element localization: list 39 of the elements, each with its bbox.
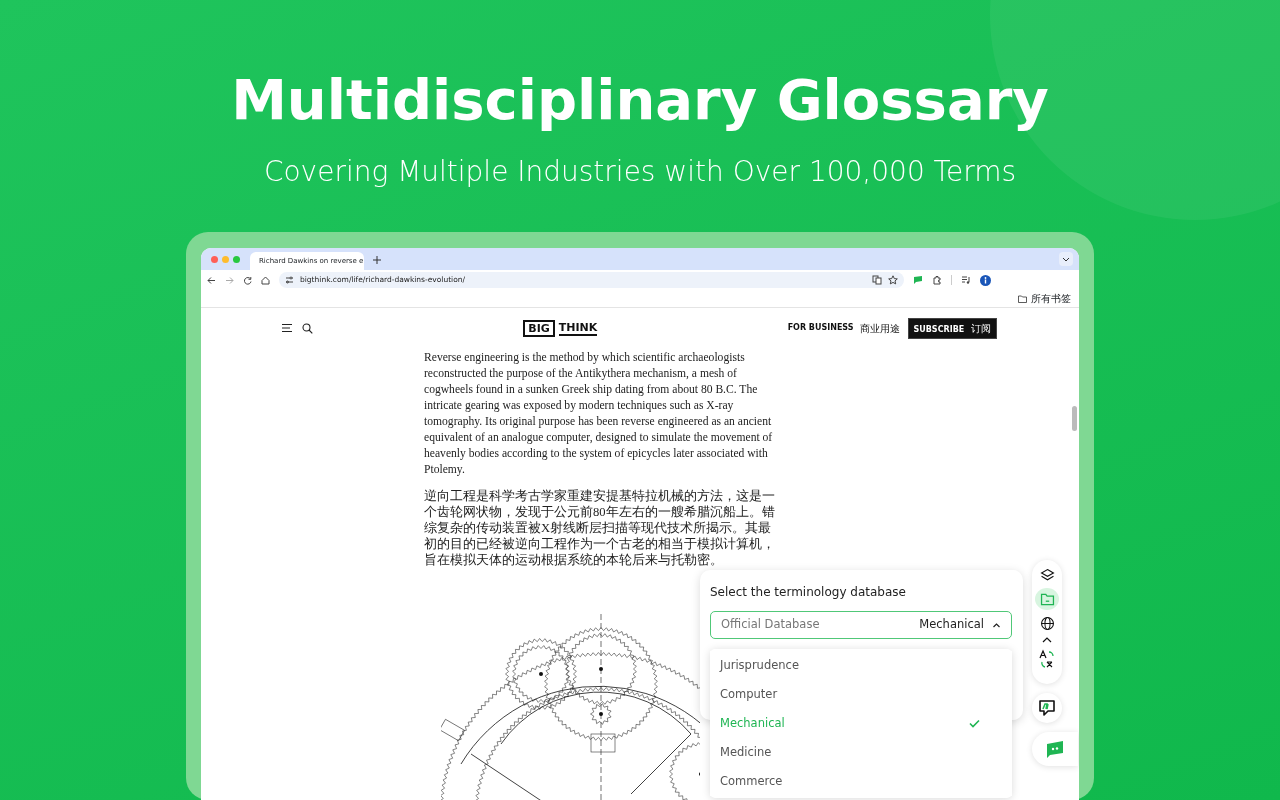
- extension-icon[interactable]: [913, 275, 923, 285]
- ai-bubble-icon: [1037, 698, 1057, 718]
- business-link[interactable]: 商业用途: [859, 320, 900, 336]
- globe-icon: [1038, 614, 1056, 632]
- tab-list-icon[interactable]: [1059, 252, 1073, 266]
- chat-button[interactable]: [1032, 732, 1078, 766]
- search-icon[interactable]: [302, 322, 313, 334]
- profile-icon[interactable]: [980, 274, 991, 286]
- ai-chat-button[interactable]: [1032, 693, 1062, 723]
- back-icon[interactable]: [207, 275, 216, 285]
- site-logo[interactable]: BIG THINK: [333, 319, 788, 337]
- site-settings-icon[interactable]: [285, 276, 294, 284]
- puzzle-icon[interactable]: [932, 275, 942, 285]
- home-icon[interactable]: [261, 275, 270, 285]
- menu-icon[interactable]: [281, 323, 293, 333]
- dropdown-option[interactable]: Medicine: [710, 738, 1012, 767]
- chat-icon: [1045, 740, 1065, 758]
- star-icon[interactable]: [888, 275, 898, 285]
- translate-icon[interactable]: [1038, 649, 1056, 669]
- for-business-link[interactable]: FOR BUSINESS: [787, 322, 854, 334]
- check-icon: [969, 719, 980, 728]
- dropdown-option[interactable]: Commerce: [710, 767, 1012, 796]
- dropdown-option[interactable]: Computer: [710, 680, 1012, 709]
- bookmarks-folder[interactable]: 所有书签: [1031, 291, 1071, 306]
- headline: Multidisciplinary Glossary: [231, 66, 1049, 134]
- new-tab-icon[interactable]: [372, 255, 382, 265]
- caret-icon: [992, 622, 1001, 628]
- subscribe-button[interactable]: SUBSCRIBE 订阅: [907, 317, 997, 339]
- folder-icon: [1018, 294, 1027, 303]
- dropdown-option[interactable]: Jurisprudence: [710, 651, 1012, 680]
- panel-title: Select the terminology database: [710, 584, 907, 601]
- media-icon[interactable]: [961, 275, 971, 285]
- database-select[interactable]: Official Database Mechanical: [710, 611, 1012, 639]
- article-paragraph: Reverse engineering is the method by which scientific archaeologists reconstructed the purpose of the Antikythera mechanism, a mesh of cogwheels found in a sunken Greek ship dating from about 80 B.C. The intricate gearing was exposed by modern techniques such as X-ray tomography. Its original purpose has been reverse engineered as an ancient equivalent of an analogue computer, designed to simulate the movement of heavenly bodies according to the system of epicycles later associated with Ptolemy.: [424, 350, 774, 478]
- collapse-icon[interactable]: [1041, 636, 1053, 644]
- reload-icon[interactable]: [243, 275, 252, 285]
- scrollbar-thumb[interactable]: [1072, 406, 1077, 431]
- article-paragraph: 逆向工程是科学考古学家重建安提基特拉机械的方法，这是一个齿轮网状物，发现于公元前80年左右的一艘希腊沉船上。错综复杂的传动装置被X射线断层扫描等现代技术所揭示。其最初的目的已经被逆向工程作为一个古老的相当于模拟计算机，旨在模拟天体的运动根据系统的本轮后来与托勒密。: [424, 488, 776, 568]
- subtitle: Covering Multiple Industries with Over 100,000 Terms: [262, 154, 1018, 190]
